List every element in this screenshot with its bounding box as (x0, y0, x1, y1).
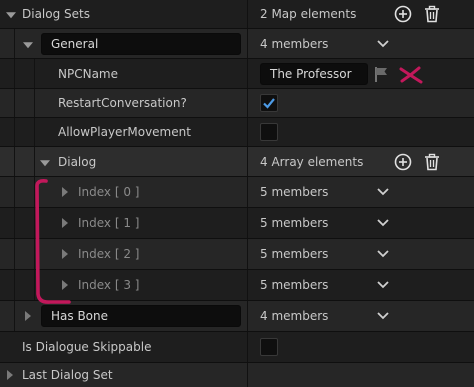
expand-arrow-icon[interactable] (23, 41, 33, 48)
index-label: Index [ 2 ] (78, 247, 140, 261)
is-dialogue-skippable-label: Is Dialogue Skippable (22, 340, 152, 354)
trash-icon[interactable] (423, 5, 441, 23)
general-row: General 4 members (0, 29, 474, 59)
index-label: Index [ 0 ] (78, 185, 140, 199)
dialog-sets-label: Dialog Sets (22, 7, 90, 21)
index-label: Index [ 1 ] (78, 216, 140, 230)
dialog-sets-value: 2 Map elements (260, 7, 357, 21)
general-key-input[interactable]: General (41, 32, 241, 55)
npc-name-input[interactable]: The Professor (260, 62, 368, 85)
index-row: Index [ 2 ] 5 members (0, 239, 474, 270)
dialog-label: Dialog (58, 154, 97, 169)
allow-player-movement-label: AllowPlayerMovement (58, 125, 191, 139)
last-dialog-set-row: Last Dialog Set (0, 363, 474, 387)
index-label: Index [ 3 ] (78, 278, 140, 292)
collapse-arrow-icon[interactable] (62, 280, 68, 290)
allow-player-movement-row: AllowPlayerMovement (0, 118, 474, 147)
chevron-down-icon[interactable] (376, 218, 390, 228)
collapse-arrow-icon[interactable] (62, 218, 68, 228)
index-value: 5 members (260, 185, 329, 199)
chevron-down-icon[interactable] (376, 311, 390, 321)
index-row: Index [ 3 ] 5 members (0, 270, 474, 301)
dialog-row: Dialog 4 Array elements (0, 147, 474, 177)
checkmark-icon (263, 98, 275, 109)
dialog-sets-row: Dialog Sets 2 Map elements (0, 0, 474, 29)
npc-name-row: NPCName The Professor (0, 59, 474, 89)
npc-name-label: NPCName (58, 66, 118, 81)
chevron-down-icon[interactable] (376, 39, 390, 49)
is-dialogue-skippable-row: Is Dialogue Skippable (0, 332, 474, 363)
restart-conversation-checkbox[interactable] (260, 94, 278, 112)
expand-arrow-icon[interactable] (6, 12, 16, 19)
collapse-arrow-icon[interactable] (62, 249, 68, 259)
allow-player-movement-checkbox[interactable] (260, 123, 278, 141)
chevron-down-icon[interactable] (376, 187, 390, 197)
expand-arrow-icon[interactable] (40, 159, 50, 166)
add-element-icon[interactable] (394, 5, 412, 23)
annotation-cross-mark (399, 66, 423, 84)
collapse-arrow-icon[interactable] (25, 311, 31, 321)
has-bone-key-input[interactable]: Has Bone (41, 305, 241, 327)
index-value: 5 members (260, 216, 329, 230)
collapse-arrow-icon[interactable] (62, 187, 68, 197)
index-row: Index [ 0 ] 5 members (0, 177, 474, 208)
add-element-icon[interactable] (394, 153, 412, 171)
restart-conversation-row: RestartConversation? (0, 89, 474, 118)
restart-conversation-label: RestartConversation? (58, 96, 187, 110)
is-dialogue-skippable-checkbox[interactable] (260, 338, 278, 356)
general-value: 4 members (260, 36, 329, 51)
index-value: 5 members (260, 278, 329, 292)
flag-icon[interactable] (373, 65, 391, 83)
has-bone-row: Has Bone 4 members (0, 301, 474, 332)
dialog-value: 4 Array elements (260, 154, 364, 169)
chevron-down-icon[interactable] (376, 280, 390, 290)
chevron-down-icon[interactable] (376, 249, 390, 259)
index-row: Index [ 1 ] 5 members (0, 208, 474, 239)
index-value: 5 members (260, 247, 329, 261)
collapse-arrow-icon[interactable] (7, 370, 13, 380)
has-bone-value: 4 members (260, 309, 329, 323)
trash-icon[interactable] (423, 153, 441, 171)
last-dialog-set-label: Last Dialog Set (22, 368, 113, 382)
